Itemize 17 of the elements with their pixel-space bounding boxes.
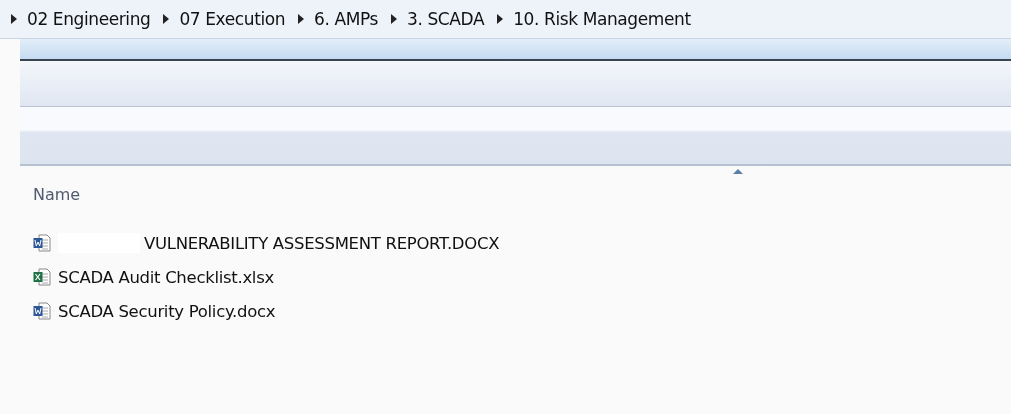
document-icon <box>33 268 51 286</box>
breadcrumb-item[interactable]: 07 Execution <box>179 9 286 29</box>
file-name[interactable]: SCADA Audit Checklist.xlsx <box>58 267 274 287</box>
chevron-icon[interactable] <box>298 14 305 24</box>
file-name[interactable]: VULNERABILITY ASSESSMENT REPORT.DOCX <box>144 233 500 253</box>
document-icon <box>33 234 51 252</box>
chevron-icon[interactable] <box>497 14 504 24</box>
breadcrumb-item[interactable]: 3. SCADA <box>407 9 485 29</box>
chevron-icon[interactable] <box>11 14 17 24</box>
file-name[interactable]: SCADA Security Policy.docx <box>58 301 276 321</box>
column-header[interactable]: Name <box>33 185 81 204</box>
breadcrumb-item[interactable]: 02 Engineering <box>27 9 151 29</box>
breadcrumb-item[interactable]: 6. AMPs <box>314 9 379 29</box>
chevron-icon[interactable] <box>391 14 398 24</box>
chevron-icon[interactable] <box>163 14 170 24</box>
breadcrumb-item[interactable]: 10. Risk Management <box>513 9 691 29</box>
document-icon <box>33 302 51 320</box>
